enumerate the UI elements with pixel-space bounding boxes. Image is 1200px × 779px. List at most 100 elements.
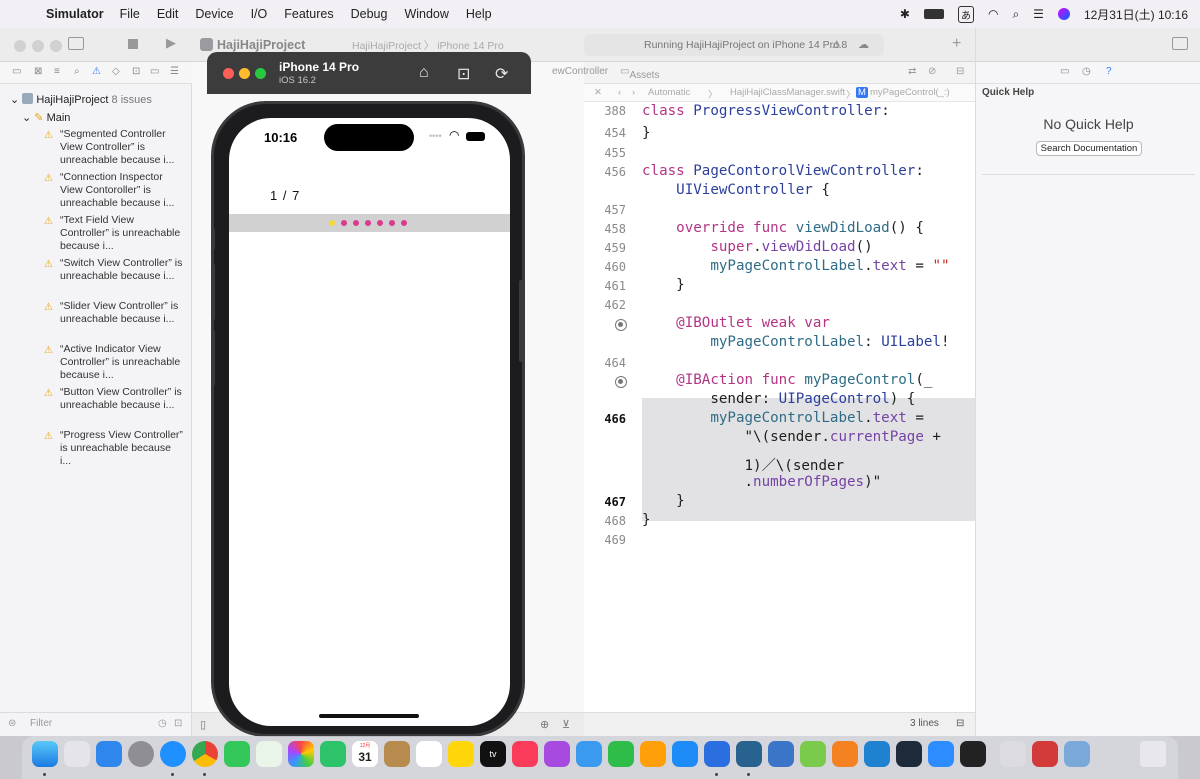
keynote-icon[interactable] [576,741,602,767]
window-zoom-button[interactable] [50,40,62,52]
system-settings-icon[interactable] [128,741,154,767]
mail-icon[interactable] [96,741,122,767]
filter-icon[interactable]: ⊜ [8,718,16,729]
scheme-selector[interactable]: HajiHajiProject 〉 iPhone 14 Pro [352,38,504,53]
issue-item[interactable]: ⚠ “Button View Controller” is unreachabl… [44,386,190,429]
breakpoint-icon[interactable]: ▭ [150,66,159,77]
volume-up-button[interactable] [211,264,215,320]
folder-icon[interactable]: ▭ [12,66,21,77]
menu-debug[interactable]: Debug [351,7,388,21]
split-editor-icon[interactable]: ⊟ [956,66,964,77]
beta-app-icon[interactable] [896,741,922,767]
input-method-icon[interactable]: あ [957,5,974,23]
file-inspector-icon[interactable]: ▭ [1060,66,1069,77]
calendar-icon[interactable]: 12月 31 [352,741,378,767]
launchpad-icon[interactable] [64,741,90,767]
sim-close-button[interactable] [223,68,234,79]
vscode-icon[interactable] [864,741,890,767]
numbers-icon[interactable] [608,741,634,767]
jumpbar-file[interactable]: HajiHajiClassManager.swift [730,87,845,98]
issue-item[interactable]: ⚠ “Slider View Controller” is unreachabl… [44,300,190,343]
jumpbar-automatic[interactable]: Automatic [648,87,690,98]
symbol-icon[interactable]: ≡ [54,66,60,77]
finder-icon[interactable] [32,741,58,767]
page-dot[interactable] [401,220,407,226]
home-icon[interactable]: ⌂ [419,64,429,82]
issue-item[interactable]: ⚠ “Progress View Controller” is unreacha… [44,429,190,472]
simulator-icon[interactable] [736,741,762,767]
wifi-icon[interactable]: ◠ [988,7,998,21]
warning-count-badge[interactable]: ⚠8 [832,39,847,51]
terminal-icon[interactable] [960,741,986,767]
menu-io[interactable]: I/O [251,7,268,21]
inspector-toggle-icon[interactable] [1172,37,1188,50]
menu-app-name[interactable]: Simulator [46,7,104,21]
menu-window[interactable]: Window [404,7,448,21]
apple-tv-icon[interactable]: tv [480,741,506,767]
trash-icon[interactable] [1140,741,1166,767]
menu-edit[interactable]: Edit [157,7,179,21]
disclosure-icon[interactable]: ⌄ [10,94,19,106]
window-minimize-button[interactable] [32,40,44,52]
volume-down-button[interactable] [211,330,215,386]
font-book-icon[interactable] [1000,741,1026,767]
jumpbar-method[interactable]: myPageControl(_:) [870,87,950,98]
minimap-toggle-icon[interactable]: ⊟ [956,718,964,729]
test-icon[interactable]: ◇ [112,66,120,77]
find-icon[interactable]: ⌕ [74,66,80,77]
window-close-button[interactable] [14,40,26,52]
zoom-icon[interactable] [928,741,954,767]
battery-icon[interactable] [923,9,944,19]
issue-filter-icon[interactable]: ⊡ [174,718,182,729]
issue-item[interactable]: ⚠ “Segmented Controller View Controller”… [44,128,190,171]
embed-icon[interactable]: ⊻ [562,718,570,731]
menu-device[interactable]: Device [195,7,233,21]
refresh-icon[interactable]: ⇄ [908,66,916,77]
sim-minimize-button[interactable] [239,68,250,79]
related-items-icon[interactable]: ✕ [594,87,602,98]
issue-item[interactable]: ⚠ “Text Field View Controller” is unreac… [44,214,190,257]
back-icon[interactable]: ‹ [618,87,621,98]
sim-zoom-button[interactable] [255,68,266,79]
input-method-app-icon[interactable] [1032,741,1058,767]
page-dot[interactable] [389,220,395,226]
control-center-icon[interactable]: ☰ [1033,7,1044,21]
bluetooth-icon[interactable]: ✱ [900,7,910,21]
menu-help[interactable]: Help [466,7,492,21]
maps-icon[interactable] [256,741,282,767]
contacts-icon[interactable] [384,741,410,767]
page-dot[interactable] [365,220,371,226]
xcode-icon[interactable] [704,741,730,767]
issue-navigator-icon[interactable]: ⚠ [92,66,101,77]
tab-view-controller[interactable]: ewController [552,66,608,77]
issue-group-main[interactable]: ⌄ ✎ Main [22,111,70,124]
facetime-icon[interactable] [320,741,346,767]
document-outline-icon[interactable]: ▯ [200,718,206,731]
outlet-connection-icon[interactable] [615,319,627,331]
podcasts-icon[interactable] [544,741,570,767]
photos-icon[interactable] [288,741,314,767]
menu-clock[interactable]: 12月31日(土) 10:16 [1084,6,1188,23]
reminders-icon[interactable] [416,741,442,767]
preview-icon[interactable] [1064,741,1090,767]
action-connection-icon[interactable] [615,376,627,388]
issue-item[interactable]: ⚠ “Connection Inspector View Contoroller… [44,171,190,214]
safari-icon[interactable] [160,741,186,767]
filter-input[interactable]: Filter [30,718,52,729]
chrome-icon[interactable] [192,741,218,767]
history-inspector-icon[interactable]: ◷ [1082,66,1091,77]
issue-item[interactable]: ⚠ “Active Indicator View Controller” is … [44,343,190,386]
add-tab-button[interactable]: + [952,35,961,53]
page-dot[interactable] [377,220,383,226]
music-icon[interactable] [512,741,538,767]
report-icon[interactable]: ☰ [170,66,179,77]
page-dot[interactable] [353,220,359,226]
tab-assets[interactable]: ▭ Assets [620,66,659,81]
source-control-icon[interactable]: ⊠ [34,66,42,77]
instruments-icon[interactable] [768,741,794,767]
home-indicator[interactable] [319,714,419,718]
screenshot-icon[interactable]: ⊡ [457,64,470,84]
app-store-icon[interactable] [672,741,698,767]
forward-icon[interactable]: › [632,87,635,98]
spotlight-search-icon[interactable]: ⌕ [1012,7,1019,22]
